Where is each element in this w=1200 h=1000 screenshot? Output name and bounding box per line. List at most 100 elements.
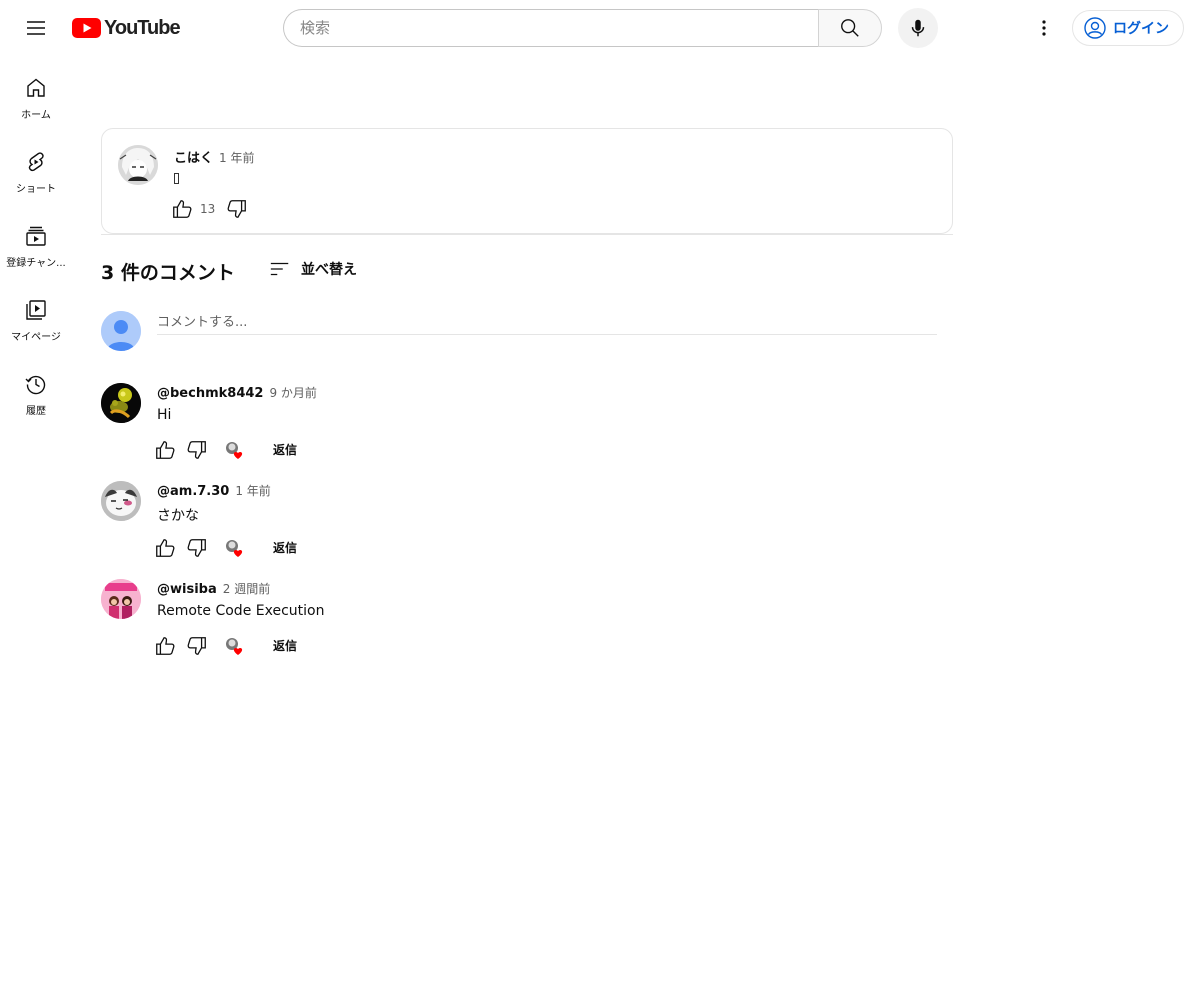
comments-count: 3 件のコメント bbox=[101, 262, 235, 284]
comment-text: Remote Code Execution bbox=[157, 603, 325, 619]
sidebar-item-home[interactable]: ホーム bbox=[4, 56, 68, 130]
highlighted-comment-card: こはく 1 年前 13 bbox=[101, 128, 953, 234]
add-comment-input[interactable] bbox=[157, 311, 937, 335]
masthead: YouTube ログイン bbox=[0, 0, 1200, 56]
comment-simplebox bbox=[101, 311, 937, 351]
reply-button[interactable]: 返信 bbox=[269, 435, 301, 464]
comment-actions: 返信 bbox=[153, 435, 301, 464]
comment-actions: 返信 bbox=[153, 631, 301, 660]
comment-author[interactable]: @bechmk8442 bbox=[157, 386, 263, 401]
sidebar-item-label: ショート bbox=[16, 184, 56, 195]
comment-author[interactable]: こはく bbox=[174, 147, 213, 166]
thumbs-up-icon bbox=[173, 200, 192, 218]
like-button[interactable] bbox=[153, 438, 177, 462]
avatar[interactable] bbox=[101, 579, 141, 619]
comment-author[interactable]: @wisiba bbox=[157, 582, 217, 597]
more-vertical-icon bbox=[1042, 20, 1046, 36]
reply-button[interactable]: 返信 bbox=[269, 631, 301, 660]
comments-header: 3 件のコメント 並べ替え bbox=[101, 258, 357, 285]
dislike-button[interactable] bbox=[225, 197, 249, 221]
comment-author[interactable]: @am.7.30 bbox=[157, 484, 229, 499]
like-button[interactable] bbox=[153, 536, 177, 560]
sidebar-item-label: 登録チャン... bbox=[6, 258, 66, 269]
shorts-icon bbox=[28, 152, 44, 172]
like-button[interactable] bbox=[153, 634, 177, 658]
comment-time[interactable]: 1 年前 bbox=[219, 149, 254, 166]
comment-meta: @bechmk8442 9 か月前 bbox=[157, 384, 317, 401]
avatar[interactable] bbox=[118, 145, 158, 185]
dislike-button[interactable] bbox=[185, 634, 209, 658]
guide-menu-button[interactable] bbox=[16, 8, 56, 48]
search-icon bbox=[841, 19, 859, 37]
logo-wordmark: YouTube bbox=[104, 16, 181, 39]
comment-actions: 13 bbox=[170, 197, 249, 221]
youtube-play-icon bbox=[72, 18, 101, 38]
home-icon bbox=[27, 78, 45, 97]
creator-heart bbox=[223, 536, 247, 560]
comment-thread: @wisiba 2 週間前 Remote Code Execution 返信 bbox=[101, 579, 937, 669]
dislike-button[interactable] bbox=[185, 438, 209, 462]
thumbs-down-icon bbox=[227, 200, 247, 218]
thumbs-up-icon bbox=[156, 538, 175, 557]
sidebar-item-shorts[interactable]: ショート bbox=[4, 130, 68, 204]
divider bbox=[101, 234, 953, 235]
sort-label: 並べ替え bbox=[301, 262, 357, 278]
sidebar-item-label: マイページ bbox=[11, 332, 61, 343]
sidebar-item-history[interactable]: 履歴 bbox=[4, 352, 68, 426]
comment-thread: @bechmk8442 9 か月前 Hi 返信 bbox=[101, 383, 937, 473]
avatar[interactable] bbox=[101, 383, 141, 423]
avatar-image bbox=[101, 579, 141, 619]
search-input[interactable] bbox=[284, 10, 819, 46]
like-button[interactable] bbox=[170, 197, 194, 221]
thumbs-up-icon bbox=[156, 636, 175, 655]
thumbs-down-icon bbox=[187, 440, 206, 459]
comment-thread: @am.7.30 1 年前 さかな 返信 bbox=[101, 481, 937, 571]
sort-icon bbox=[270, 262, 289, 276]
avatar-image bbox=[101, 383, 141, 423]
library-icon bbox=[26, 300, 46, 320]
microphone-icon bbox=[911, 19, 925, 37]
dislike-button[interactable] bbox=[185, 536, 209, 560]
comment-time[interactable]: 9 か月前 bbox=[269, 384, 316, 401]
thumbs-down-icon bbox=[187, 538, 206, 557]
creator-heart-icon bbox=[226, 539, 243, 557]
like-count: 13 bbox=[200, 202, 216, 216]
sidebar-item-label: ホーム bbox=[21, 110, 51, 121]
sidebar-item-library[interactable]: マイページ bbox=[4, 278, 68, 352]
thumbs-down-icon bbox=[187, 636, 206, 655]
comment-meta: こはく 1 年前 bbox=[174, 147, 254, 166]
login-label: ログイン bbox=[1113, 21, 1169, 37]
creator-heart bbox=[223, 438, 247, 462]
comment-text bbox=[174, 171, 179, 187]
comment-actions: 返信 bbox=[153, 533, 301, 562]
hamburger-icon bbox=[27, 21, 45, 35]
avatar-image bbox=[118, 145, 158, 185]
avatar-image bbox=[101, 481, 141, 521]
account-icon bbox=[1084, 17, 1106, 39]
login-button[interactable]: ログイン bbox=[1072, 10, 1184, 46]
search-box bbox=[283, 9, 819, 47]
voice-search-button[interactable] bbox=[898, 8, 938, 48]
sidebar-item-subscriptions[interactable]: 登録チャン... bbox=[4, 204, 68, 278]
thumbs-up-icon bbox=[156, 440, 175, 459]
comment-text: さかな bbox=[157, 508, 199, 524]
history-icon bbox=[25, 375, 46, 395]
comment-meta: @wisiba 2 週間前 bbox=[157, 580, 270, 597]
sidebar-item-label: 履歴 bbox=[26, 406, 46, 417]
subscriptions-icon bbox=[26, 226, 46, 246]
sort-menu-button[interactable]: 並べ替え bbox=[269, 258, 357, 280]
reply-button[interactable]: 返信 bbox=[269, 533, 301, 562]
settings-more-button[interactable] bbox=[1024, 8, 1064, 48]
search-button[interactable] bbox=[818, 9, 882, 47]
default-avatar-icon bbox=[101, 311, 141, 351]
avatar[interactable] bbox=[101, 481, 141, 521]
avatar bbox=[101, 311, 141, 351]
comment-time[interactable]: 1 年前 bbox=[235, 482, 270, 499]
comment-time[interactable]: 2 週間前 bbox=[223, 580, 270, 597]
creator-heart-icon bbox=[226, 441, 243, 459]
youtube-logo[interactable]: YouTube bbox=[72, 16, 181, 39]
creator-heart bbox=[223, 634, 247, 658]
comment-text: Hi bbox=[157, 407, 172, 423]
missing-glyph-icon bbox=[174, 173, 179, 184]
comment-meta: @am.7.30 1 年前 bbox=[157, 482, 271, 499]
